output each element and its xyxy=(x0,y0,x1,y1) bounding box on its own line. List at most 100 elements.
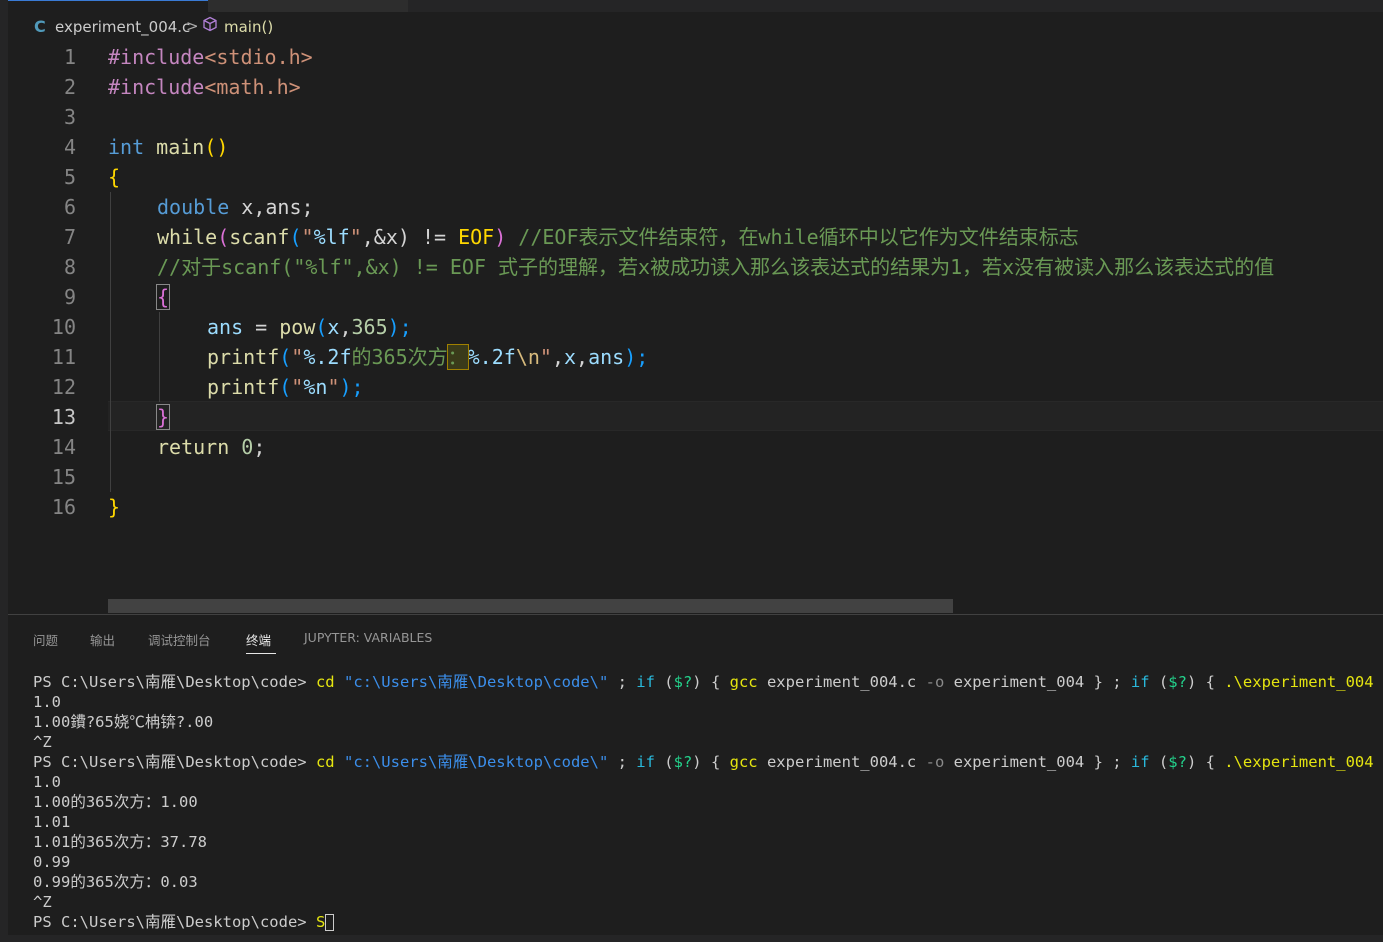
cmd-cond-close: ) { xyxy=(1186,753,1225,771)
token-directive: #include xyxy=(108,45,205,69)
token-variable: x xyxy=(564,345,577,369)
token-comment: //对于scanf("%lf",&x) != EOF 式子的理解，若x被成功读入… xyxy=(157,255,1275,279)
terminal-output: 1.00的365次方：1.00 xyxy=(33,793,198,811)
line-number-gutter: 1 2 3 4 5 6 7 8 9 10 11 12 13 14 15 16 xyxy=(8,42,108,614)
token-brace: } xyxy=(108,495,121,519)
tab-output[interactable]: 输出 xyxy=(90,630,115,649)
code-line-13: } xyxy=(155,402,171,432)
tab-jupyter-variables[interactable]: JUPYTER: VARIABLES xyxy=(304,630,432,645)
cmd-if: if xyxy=(636,673,655,691)
token-format: %n xyxy=(303,375,328,399)
line-number-active: 13 xyxy=(51,405,76,429)
token-directive: #include xyxy=(108,75,205,99)
token-string-text: 的365次方 xyxy=(351,345,448,369)
token-quote: " xyxy=(349,225,362,249)
token-plain: = xyxy=(243,315,280,339)
token-quote: " xyxy=(327,375,340,399)
cmd-cond-open: ( xyxy=(1149,753,1169,771)
tab-debug-console[interactable]: 调试控制台 xyxy=(148,630,211,649)
token-variable: x xyxy=(327,315,340,339)
code-line-6: double x,ans; xyxy=(157,192,314,222)
terminal[interactable]: PS C:\Users\南雁\Desktop\code> cd "c:\User… xyxy=(8,655,1383,935)
cmd-run: .\experiment_004 xyxy=(1224,753,1374,771)
token-quote: " xyxy=(301,225,314,249)
token-function: printf xyxy=(207,375,280,399)
cmd-cond-open: ( xyxy=(654,753,674,771)
cmd-option: -o xyxy=(925,673,945,691)
terminal-output: 0.99的365次方：0.03 xyxy=(33,873,198,891)
cmd-gcc-args: experiment_004 } ; xyxy=(944,673,1131,691)
terminal-output: 1.0 xyxy=(33,693,61,711)
line-number: 1 xyxy=(63,45,76,69)
line-number: 16 xyxy=(51,495,76,519)
terminal-output: 1.00鐨?65娆℃柟锛?.00 xyxy=(33,713,214,731)
cmd-end: } xyxy=(1374,753,1383,771)
cmd-cond-open: ( xyxy=(1149,673,1169,691)
token-brace: { xyxy=(155,284,171,310)
indent-guide xyxy=(159,312,160,402)
panel-tab-bar: 问题 输出 调试控制台 终端 JUPYTER: VARIABLES xyxy=(8,615,1383,655)
token-comma: , xyxy=(576,345,589,369)
horizontal-scrollbar[interactable] xyxy=(108,599,953,613)
tab-problems[interactable]: 问题 xyxy=(33,630,58,649)
token-format: %lf xyxy=(313,225,350,249)
token-function: main xyxy=(156,135,205,159)
cmd-status-var: $? xyxy=(673,673,693,691)
code-line-11: printf("%.2f的365次方：%.2f\n",x,ans); xyxy=(207,342,648,372)
token-macro: EOF xyxy=(458,225,495,249)
cmd-run: .\experiment_004 xyxy=(1224,673,1374,691)
code-editor[interactable]: #include<stdio.h> #include<math.h> int m… xyxy=(108,42,1383,614)
editor-tab-active[interactable] xyxy=(8,0,208,12)
token-function: pow xyxy=(279,315,316,339)
token-paren: ); xyxy=(339,375,364,399)
tab-terminal[interactable]: 终端 xyxy=(246,630,271,649)
token-format: %.2f xyxy=(303,345,352,369)
code-line-8: //对于scanf("%lf",&x) != EOF 式子的理解，若x被成功读入… xyxy=(157,252,1274,282)
code-line-7: while(scanf("%lf",&x) != EOF) //EOF表示文件结… xyxy=(157,222,1079,252)
breadcrumb-symbol[interactable]: main() xyxy=(224,18,273,36)
c-file-icon: C xyxy=(34,17,46,36)
cmd-gcc-args: experiment_004.c xyxy=(757,673,926,691)
breadcrumb-file[interactable]: experiment_004.c xyxy=(55,18,190,36)
code-line-9: { xyxy=(155,282,171,312)
cmd-if: if xyxy=(636,753,655,771)
terminal-output: 1.01 xyxy=(33,813,71,831)
current-line-highlight xyxy=(108,401,1383,431)
terminal-output: ^Z xyxy=(33,733,52,751)
terminal-prompt: PS C:\Users\南雁\Desktop\code> xyxy=(33,673,316,691)
cmd-cond-open: ( xyxy=(654,673,674,691)
cmd-gcc-args: experiment_004.c xyxy=(757,753,926,771)
terminal-input-line[interactable]: PS C:\Users\南雁\Desktop\code> S xyxy=(33,912,335,932)
token-plain: ,&x) != xyxy=(361,225,459,249)
token-paren: ) xyxy=(494,225,507,249)
terminal-command-line: PS C:\Users\南雁\Desktop\code> cd "c:\User… xyxy=(33,752,1383,772)
terminal-prompt: PS C:\Users\南雁\Desktop\code> xyxy=(33,913,316,931)
cmd-cond-close: ) { xyxy=(1186,673,1225,691)
editor-tab-inactive[interactable] xyxy=(208,0,408,12)
token-plain: x,ans; xyxy=(229,195,314,219)
token-escape: \n xyxy=(515,345,540,369)
terminal-command-line: PS C:\Users\南雁\Desktop\code> cd "c:\User… xyxy=(33,672,1383,692)
token-comma: , xyxy=(551,345,564,369)
line-number: 15 xyxy=(51,465,76,489)
code-line-4: int main() xyxy=(108,132,228,162)
token-quote: " xyxy=(291,345,304,369)
token-paren: () xyxy=(204,135,229,159)
cmd-if: if xyxy=(1130,753,1150,771)
token-include-path: <stdio.h> xyxy=(204,45,313,69)
code-line-10: ans = pow(x,365); xyxy=(207,312,412,342)
token-include-path: <math.h> xyxy=(204,75,301,99)
token-paren: ( xyxy=(217,225,230,249)
cmd-cd: cd xyxy=(315,673,335,691)
token-brace: } xyxy=(155,404,171,430)
token-keyword: return xyxy=(157,435,230,459)
cmd-path: "c:\Users\南雁\Desktop\code\" xyxy=(343,673,609,691)
token-type: double xyxy=(157,195,230,219)
token-paren: ( xyxy=(279,345,292,369)
token-variable: ans xyxy=(588,345,625,369)
token-number: 0 xyxy=(241,435,254,459)
active-tab-underline xyxy=(246,653,276,654)
code-line-5: { xyxy=(108,162,120,192)
token-paren: ( xyxy=(315,315,328,339)
